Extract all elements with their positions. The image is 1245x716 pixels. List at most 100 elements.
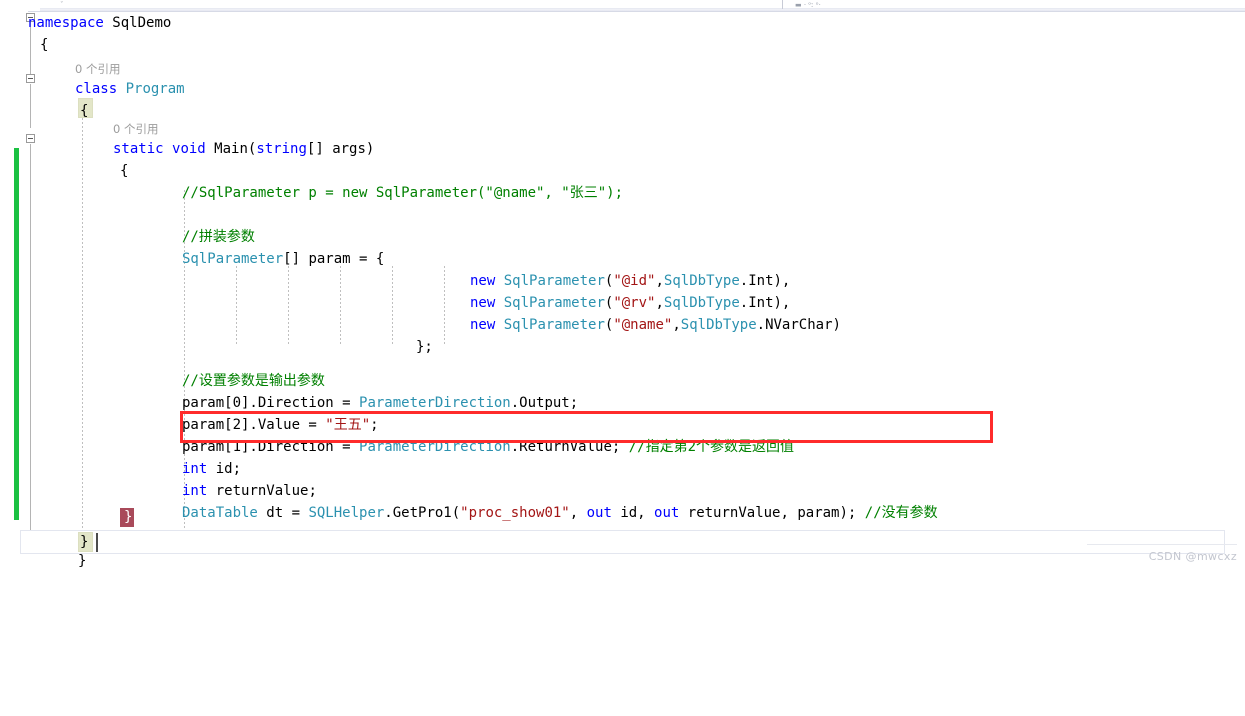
line-datatable-getpro1: DataTable dt = SQLHelper.GetPro1("proc_s… (182, 502, 938, 524)
code-token: Program (125, 81, 185, 97)
code-token: int (182, 461, 208, 477)
code-token: .Int), (739, 295, 791, 311)
indent-guide (82, 110, 83, 540)
code-token: id, (611, 505, 655, 521)
code-token: new (470, 317, 496, 333)
toolbar-dropdown-chevron-icon[interactable]: ˇ (60, 2, 64, 9)
code-token: SqlDemo (112, 15, 172, 31)
code-token: new (470, 273, 496, 289)
code-token: dt = (257, 505, 309, 521)
code-token: .NVarChar) (756, 317, 841, 333)
code-token: SqlParameter (503, 273, 605, 289)
code-token: returnValue, param); (679, 505, 865, 521)
indent-guide (444, 266, 445, 344)
text-caret (96, 533, 98, 552)
indent-guide (392, 266, 393, 344)
code-token: SqlDbType (680, 317, 757, 333)
code-token: DataTable (182, 505, 258, 521)
toolbar-right-icons[interactable]: ▬ · ᵒː ᵒ· (795, 2, 821, 9)
watermark-divider (1087, 544, 1237, 545)
code-token: .Int), (739, 273, 791, 289)
line-new-param-id: new SqlParameter("@id",SqlDbType.Int), (470, 270, 790, 292)
code-token: SqlDbType (663, 273, 740, 289)
code-token: param[2].Value = (182, 417, 326, 433)
line-param2-value: param[2].Value = "王五"; (182, 414, 379, 436)
indent-guide (236, 266, 237, 344)
code-token: out (654, 505, 680, 521)
code-token: , (655, 295, 664, 311)
code-token: param[0].Direction = (182, 395, 360, 411)
code-token: ; (370, 417, 379, 433)
code-token: //设置参数是输出参数 (182, 373, 325, 389)
brace-error-highlight: } (120, 508, 134, 527)
code-token: "王五" (325, 417, 371, 433)
code-token: //没有参数 (864, 505, 938, 521)
code-token: SqlParameter (503, 295, 605, 311)
indent-guide (288, 266, 289, 344)
line-new-param-rv: new SqlParameter("@rv",SqlDbType.Int), (470, 292, 790, 314)
code-token: "@name" (613, 317, 673, 333)
line-namespace: namespace SqlDemo (28, 12, 171, 34)
code-token: ParameterDirection (359, 439, 511, 455)
line-int-returnvalue: int returnValue; (182, 480, 317, 502)
line-int-id: int id; (182, 458, 241, 480)
line-comment-sqlparameter-p: //SqlParameter p = new SqlParameter("@na… (182, 182, 623, 204)
code-token: { (80, 103, 89, 119)
code-token: , (569, 505, 587, 521)
codelens-class-references[interactable]: 0 个引用 (75, 62, 120, 76)
toolbar-strip: ˇ ▬ · ᵒː ᵒ· (0, 0, 1245, 11)
code-token: out (586, 505, 612, 521)
code-editor[interactable]: ˇ ▬ · ᵒː ᵒ· 0 个引用 0 个引用 namespace SqlDem… (0, 0, 1245, 569)
code-token: returnValue; (207, 483, 317, 499)
line-namespace-open-brace: { (40, 34, 48, 56)
code-token: SqlParameter (503, 317, 605, 333)
line-class-program: class Program (75, 78, 185, 100)
code-token: SqlParameter (182, 251, 284, 267)
code-token: .ReturnValue; (510, 439, 629, 455)
watermark-text: CSDN @mwcxz (1148, 550, 1237, 563)
line-class-open-brace: { (80, 100, 88, 122)
code-token: "@id" (613, 273, 656, 289)
brace-glyph: } (124, 509, 133, 525)
line-new-param-name: new SqlParameter("@name",SqlDbType.NVarC… (470, 314, 841, 336)
code-token: SQLHelper (308, 505, 385, 521)
code-token: //指定第2个参数是返回值 (628, 439, 795, 455)
codelens-method-references[interactable]: 0 个引用 (113, 122, 158, 136)
code-token: //拼装参数 (182, 229, 255, 245)
line-comment-output-param: //设置参数是输出参数 (182, 370, 325, 392)
code-token: .Output; (510, 395, 579, 411)
current-line-highlight (20, 530, 1225, 554)
code-token: new (470, 295, 496, 311)
code-token: namespace (28, 15, 104, 31)
code-token: , (672, 317, 681, 333)
code-token: { (40, 37, 49, 53)
line-comment-assemble-params: //拼装参数 (182, 226, 255, 248)
code-token: void (172, 141, 206, 157)
code-token: param[1].Direction = (182, 439, 360, 455)
code-text-area[interactable]: 0 个引用 0 个引用 namespace SqlDemo { class Prog… (0, 12, 1245, 569)
code-token: }; (416, 339, 433, 355)
line-param0-direction: param[0].Direction = ParameterDirection.… (182, 392, 578, 414)
code-token: static (113, 141, 164, 157)
line-main-signature: static void Main(string[] args) (113, 138, 374, 160)
line-class-close-brace: } (80, 531, 88, 553)
code-token: .GetPro1( (384, 505, 461, 521)
code-token: Main (214, 141, 248, 157)
code-token: "@rv" (613, 295, 656, 311)
indent-guide (340, 266, 341, 344)
code-token: "proc_show01" (460, 505, 570, 521)
code-token: , (655, 273, 664, 289)
code-token: id; (207, 461, 242, 477)
toolbar-separator (782, 0, 783, 9)
code-token: [] args) (306, 141, 375, 157)
line-array-close: }; (416, 336, 433, 358)
code-token: SqlDbType (663, 295, 740, 311)
code-token: { (120, 163, 129, 179)
code-token: ParameterDirection (359, 395, 511, 411)
